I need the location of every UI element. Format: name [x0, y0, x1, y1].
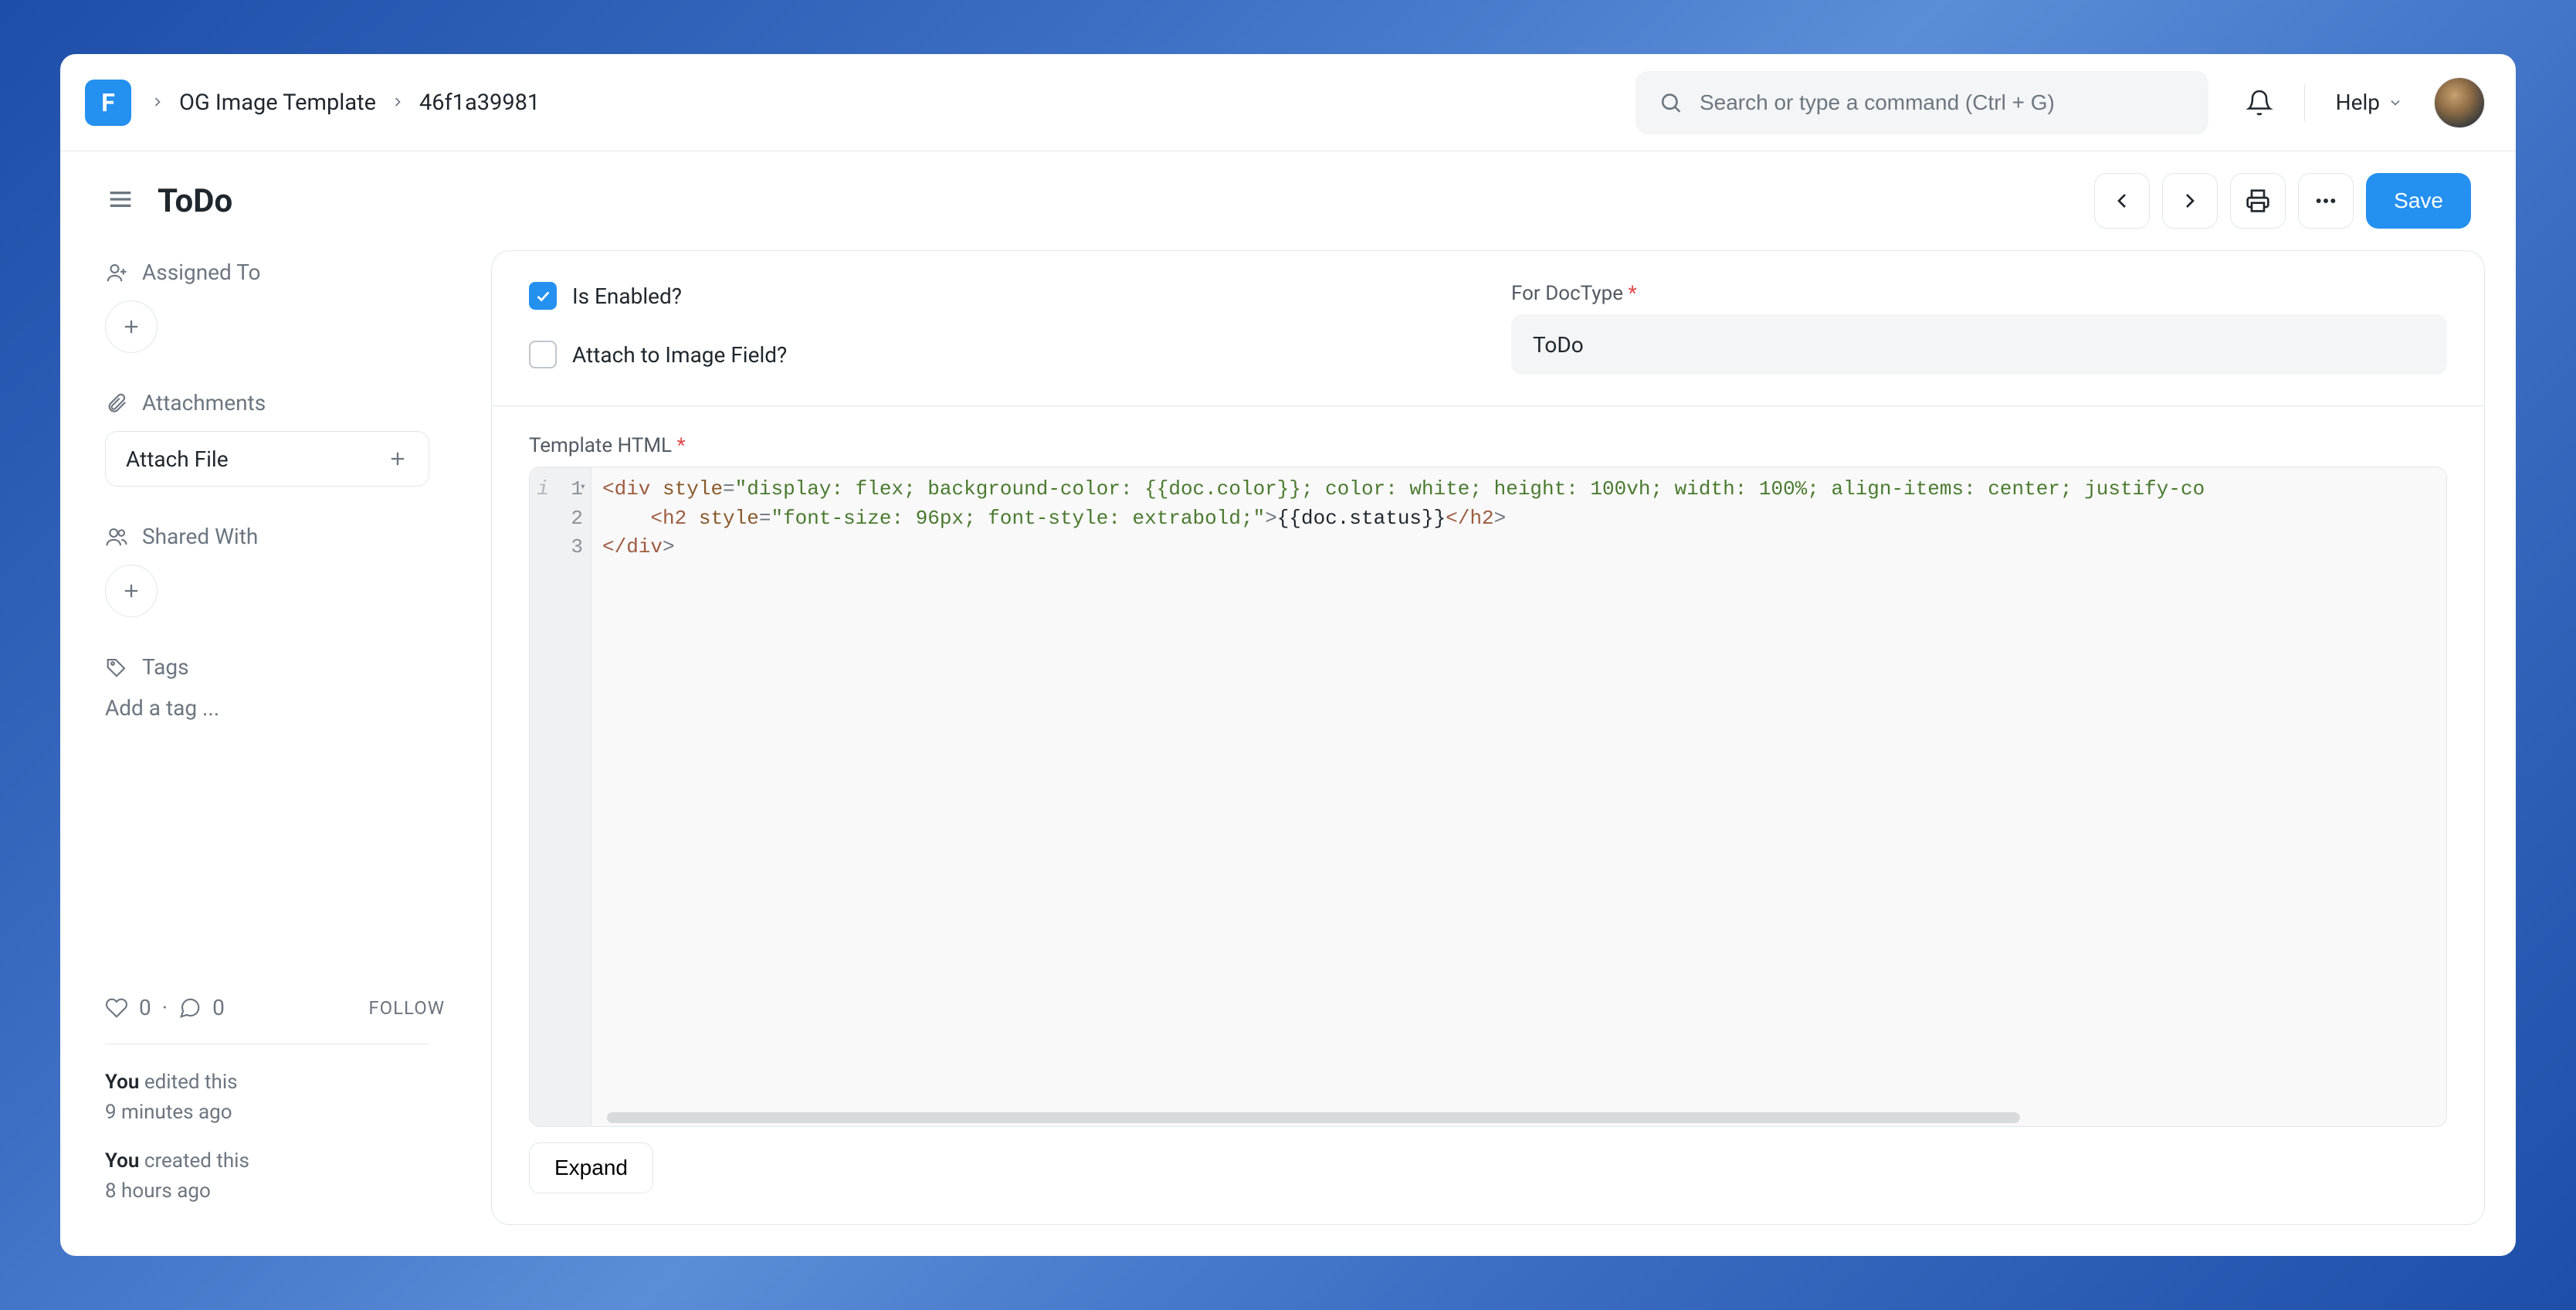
is-enabled-checkbox[interactable]: Is Enabled?	[529, 282, 1465, 310]
line-gutter: 1▾ 2 3	[556, 467, 591, 1126]
breadcrumb: OG Image Template 46f1a39981	[150, 90, 540, 116]
help-menu[interactable]: Help	[2336, 90, 2403, 115]
bell-icon	[2246, 89, 2273, 117]
printer-icon	[2246, 188, 2270, 213]
menu-icon	[105, 184, 136, 215]
attach-image-checkbox[interactable]: Attach to Image Field?	[529, 341, 1465, 368]
is-enabled-label: Is Enabled?	[572, 283, 682, 309]
chevron-right-icon	[390, 90, 405, 116]
users-icon	[105, 525, 128, 548]
help-label: Help	[2336, 90, 2380, 115]
like-count: 0	[139, 995, 151, 1020]
comment-count: 0	[212, 995, 225, 1020]
for-doctype-input[interactable]: ToDo	[1511, 314, 2447, 375]
plus-icon	[120, 316, 142, 338]
for-doctype-label: For DocType *	[1511, 282, 2447, 305]
shared-with-heading: Shared With	[105, 524, 445, 549]
search-input[interactable]	[1700, 90, 2185, 115]
breadcrumb-parent[interactable]: OG Image Template	[179, 90, 376, 116]
assigned-to-heading: Assigned To	[105, 260, 445, 285]
search-icon	[1659, 90, 1683, 116]
print-button[interactable]	[2230, 173, 2286, 229]
code-editor[interactable]: i 1▾ 2 3 <div style="display: flex; back…	[529, 467, 2447, 1127]
avatar[interactable]	[2434, 77, 2485, 128]
notifications-button[interactable]	[2246, 89, 2273, 117]
chevron-right-icon	[2178, 188, 2202, 213]
paperclip-icon	[105, 392, 128, 415]
next-button[interactable]	[2162, 173, 2218, 229]
search-box[interactable]	[1635, 71, 2208, 134]
add-tag-input[interactable]: Add a tag ...	[105, 695, 445, 721]
follow-button[interactable]: FOLLOW	[368, 997, 445, 1019]
app-logo[interactable]: F	[85, 80, 131, 126]
checkbox-unchecked-icon	[529, 341, 557, 368]
tag-icon	[105, 656, 128, 679]
gutter-info: i	[530, 467, 556, 1126]
chevron-down-icon	[2388, 95, 2403, 110]
chevron-left-icon	[2110, 188, 2134, 213]
attach-image-label: Attach to Image Field?	[572, 342, 787, 368]
sidebar: Assigned To Attachments Attach File	[105, 250, 445, 1225]
topbar: F OG Image Template 46f1a39981 Help	[60, 54, 2516, 151]
tags-heading: Tags	[105, 654, 445, 680]
checkbox-checked-icon	[529, 282, 557, 310]
save-button[interactable]: Save	[2366, 173, 2471, 229]
heart-icon[interactable]	[105, 996, 128, 1020]
attach-file-button[interactable]: Attach File	[105, 431, 429, 487]
page-header: ToDo Save	[60, 151, 2516, 250]
expand-button[interactable]: Expand	[529, 1142, 653, 1193]
page-title: ToDo	[158, 182, 232, 220]
code-content[interactable]: <div style="display: flex; background-co…	[591, 467, 2215, 1126]
timeline-entry: You created this 8 hours ago	[105, 1146, 445, 1206]
template-html-label: Template HTML *	[529, 434, 2447, 457]
add-share-button[interactable]	[105, 565, 158, 617]
divider	[2304, 84, 2305, 121]
attachments-heading: Attachments	[105, 390, 445, 416]
form-card: Is Enabled? Attach to Image Field? For D…	[491, 250, 2485, 1225]
add-assignee-button[interactable]	[105, 300, 158, 353]
comment-icon[interactable]	[178, 996, 202, 1020]
breadcrumb-current[interactable]: 46f1a39981	[419, 90, 540, 116]
plus-icon	[387, 448, 408, 470]
horizontal-scrollbar[interactable]	[607, 1112, 2020, 1123]
user-plus-icon	[105, 261, 128, 284]
timeline-entry: You edited this 9 minutes ago	[105, 1067, 445, 1128]
more-horizontal-icon	[2313, 188, 2338, 213]
plus-icon	[120, 580, 142, 602]
prev-button[interactable]	[2094, 173, 2150, 229]
sidebar-toggle[interactable]	[105, 184, 136, 218]
chevron-right-icon	[150, 90, 165, 116]
more-button[interactable]	[2298, 173, 2354, 229]
